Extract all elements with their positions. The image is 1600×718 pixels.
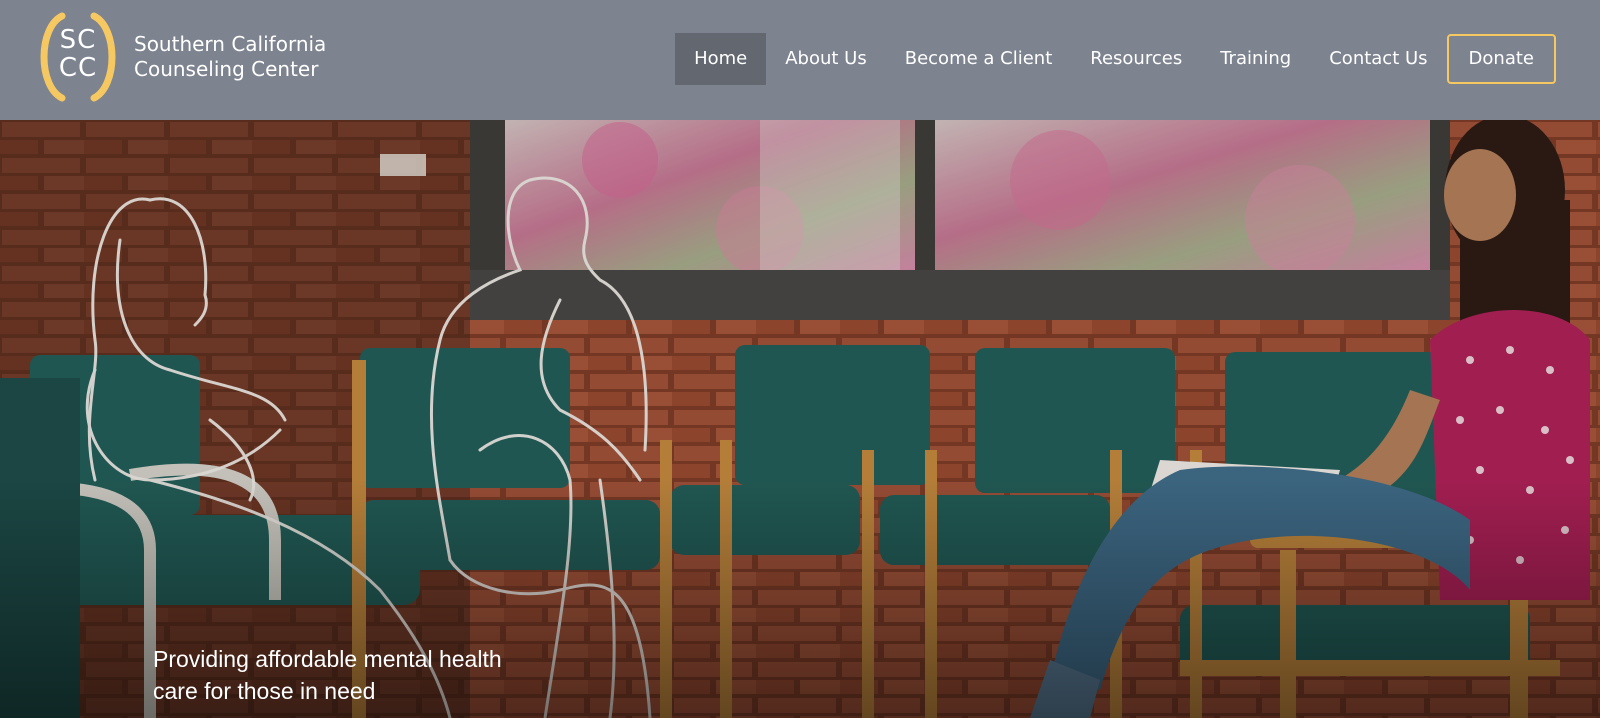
logo-mark: SC CC (32, 12, 124, 102)
nav-item-about-us[interactable]: About Us (766, 33, 886, 85)
logo-name-line1: Southern California (134, 32, 327, 56)
logo-wordmark: Southern California Counseling Center (134, 32, 326, 82)
donate-button[interactable]: Donate (1446, 34, 1556, 84)
hero-background-image (0, 120, 1600, 718)
logo-initials: SC CC (32, 26, 124, 82)
hero-banner: Providing affordable mental health care … (0, 120, 1600, 718)
nav-item-contact-us[interactable]: Contact Us (1310, 33, 1446, 85)
logo-name-line2: Counseling Center (134, 57, 319, 81)
hero-tagline: Providing affordable mental health care … (153, 643, 533, 707)
site-header: SC CC Southern California Counseling Cen… (0, 0, 1600, 120)
nav-item-resources[interactable]: Resources (1071, 33, 1201, 85)
nav-item-become-a-client[interactable]: Become a Client (886, 33, 1072, 85)
hero-tagline-line1: Providing affordable mental health (153, 646, 502, 672)
site-logo[interactable]: SC CC Southern California Counseling Cen… (32, 12, 326, 102)
logo-initials-bottom: CC (58, 53, 98, 83)
nav-item-home[interactable]: Home (675, 33, 767, 85)
hero-tagline-line2: care for those in need (153, 678, 376, 704)
nav-item-training[interactable]: Training (1201, 33, 1310, 85)
main-nav: Home About Us Become a Client Resources … (675, 33, 1556, 85)
logo-initials-top: SC (59, 25, 97, 55)
